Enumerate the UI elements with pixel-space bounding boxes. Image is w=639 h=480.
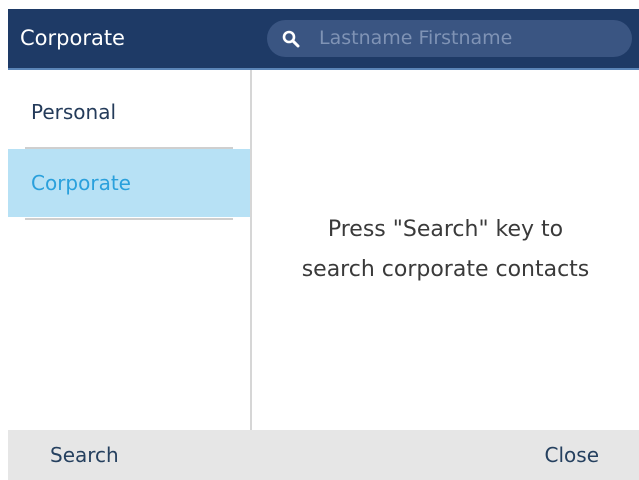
sidebar-separator bbox=[25, 218, 233, 220]
sidebar-item-corporate[interactable]: Corporate bbox=[8, 149, 250, 217]
sidebar: Personal Corporate bbox=[8, 70, 250, 430]
content-pane: Press "Search" key to search corporate c… bbox=[252, 70, 639, 430]
search-softkey[interactable]: Search bbox=[50, 430, 119, 480]
header-title: Corporate bbox=[20, 26, 125, 50]
search-input[interactable]: Lastname Firstname bbox=[267, 20, 632, 57]
hint-line-2: search corporate contacts bbox=[301, 257, 590, 282]
sidebar-item-label: Personal bbox=[31, 100, 117, 124]
search-hint-message: Press "Search" key to search corporate c… bbox=[252, 210, 639, 290]
search-placeholder: Lastname Firstname bbox=[319, 27, 513, 49]
header-bar: Corporate Lastname Firstname bbox=[8, 9, 639, 68]
search-icon bbox=[282, 30, 300, 48]
hint-line-1: Press "Search" key to bbox=[327, 217, 564, 242]
close-softkey[interactable]: Close bbox=[545, 430, 599, 480]
softkey-bar: Search Close bbox=[8, 430, 639, 480]
sidebar-item-label: Corporate bbox=[31, 171, 131, 195]
directory-screen: Corporate Lastname Firstname Personal Co… bbox=[8, 9, 639, 480]
sidebar-item-personal[interactable]: Personal bbox=[8, 78, 250, 146]
